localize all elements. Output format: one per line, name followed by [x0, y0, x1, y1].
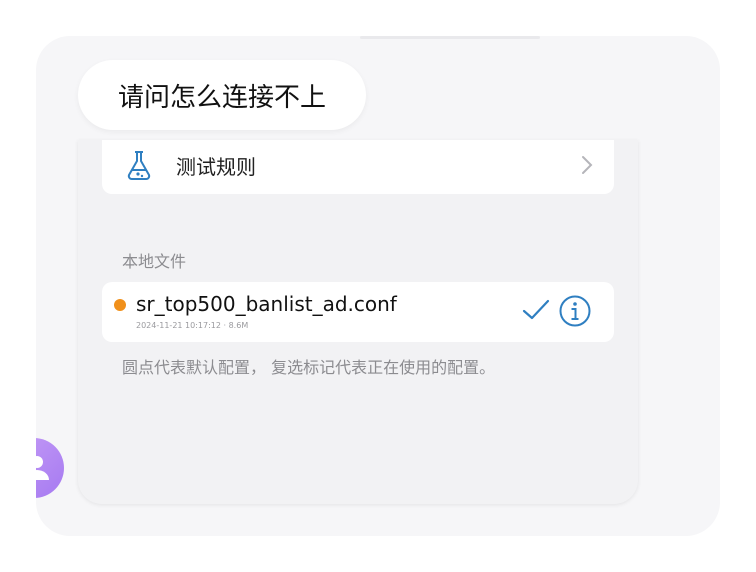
info-icon[interactable]: [558, 294, 592, 328]
test-rules-row[interactable]: 测试规则: [102, 140, 614, 194]
file-name: sr_top500_banlist_ad.conf: [136, 292, 397, 316]
config-file-row[interactable]: sr_top500_banlist_ad.conf 2024-11-21 10:…: [102, 282, 614, 342]
checkmark-icon: [522, 299, 550, 320]
test-rules-label: 测试规则: [176, 155, 256, 179]
attached-screenshot[interactable]: 测试规则 本地文件 sr_top500_banlist_ad.conf 2024…: [78, 140, 638, 504]
chat-message-bubble: 请问怎么连接不上: [78, 60, 366, 130]
divider: [360, 36, 540, 39]
default-dot-icon: [114, 299, 126, 311]
file-meta: 2024-11-21 10:17:12 · 8.6M: [136, 321, 249, 330]
chat-message-text: 请问怎么连接不上: [117, 82, 326, 113]
section-title-local-files: 本地文件: [122, 252, 187, 271]
chevron-right-icon: [582, 156, 593, 174]
flask-icon: [127, 151, 151, 180]
legend-note: 圆点代表默认配置， 复选标记代表正在使用的配置。: [122, 358, 496, 377]
avatar-clip: [0, 430, 36, 510]
